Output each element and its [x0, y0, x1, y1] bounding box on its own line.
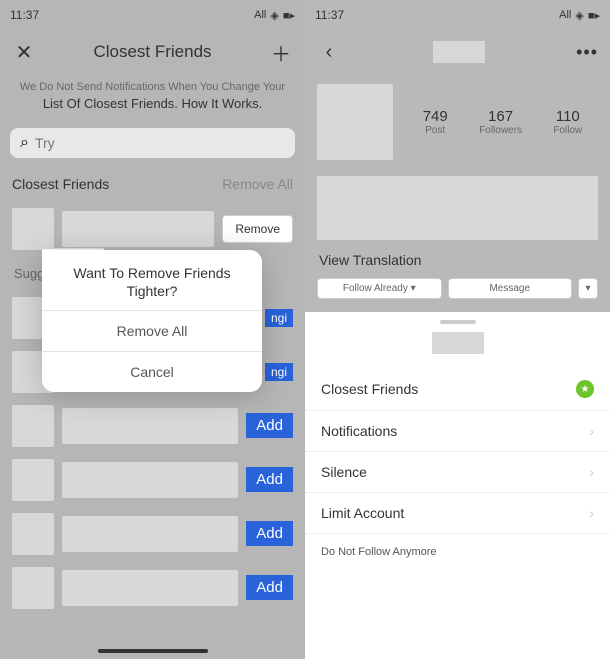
menu-silence[interactable]: Silence ›: [305, 452, 610, 493]
stat-posts[interactable]: 749 Post: [423, 108, 448, 136]
add-button[interactable]: ngi: [265, 363, 293, 381]
menu-unfollow[interactable]: Do Not Follow Anymore: [305, 534, 610, 570]
star-icon: ★: [576, 380, 594, 398]
avatar[interactable]: [12, 405, 54, 447]
profile-picture[interactable]: [317, 84, 393, 160]
home-indicator: [98, 649, 208, 653]
search-input[interactable]: ⌕: [10, 128, 295, 158]
view-translation-link[interactable]: View Translation: [305, 246, 610, 274]
profile-bio: [317, 176, 598, 240]
wifi-icon: ◈: [575, 9, 583, 22]
confirm-dialog: Want To Remove Friends Tighter? Remove A…: [42, 250, 262, 392]
section-header: Closest Friends Remove All: [0, 166, 305, 202]
stat-followers[interactable]: 167 Followers: [479, 108, 522, 136]
friend-name: [62, 516, 238, 552]
stat-following[interactable]: 110 Follow: [553, 108, 582, 136]
wifi-icon: ◈: [270, 9, 278, 22]
back-icon[interactable]: ‹: [317, 40, 341, 64]
friend-name: [62, 570, 238, 606]
remove-all-link[interactable]: Remove All: [222, 176, 293, 192]
chevron-right-icon: ›: [589, 505, 594, 521]
suggested-row: Add: [0, 399, 305, 453]
status-time: 11:37: [315, 8, 344, 22]
add-button[interactable]: ngi: [265, 309, 293, 327]
profile-actions: Follow Already ▾ Message ▾: [305, 274, 610, 303]
battery-icon: ■▸: [588, 9, 600, 22]
suggested-row: Add: [0, 507, 305, 561]
add-icon[interactable]: ＋: [269, 40, 293, 64]
avatar[interactable]: [12, 208, 54, 250]
page-title: Closest Friends: [36, 42, 269, 62]
remove-all-button[interactable]: Remove All: [42, 310, 262, 351]
section-title: Closest Friends: [12, 176, 109, 192]
add-button[interactable]: Add: [246, 467, 293, 492]
status-icons: All ◈ ■▸: [254, 9, 295, 22]
search-field[interactable]: [35, 135, 285, 151]
follow-button[interactable]: Follow Already ▾: [317, 278, 442, 299]
notice-text: We Do Not Send Notifications When You Ch…: [0, 74, 305, 120]
profile-info: 749 Post 167 Followers 110 Follow: [305, 74, 610, 170]
status-time: 11:37: [10, 8, 39, 22]
message-button[interactable]: Message: [448, 278, 573, 299]
status-bar: 11:37 All ◈ ■▸: [305, 0, 610, 30]
friend-name: [62, 462, 238, 498]
avatar[interactable]: [12, 513, 54, 555]
suggested-row: Add: [0, 561, 305, 615]
profile-header: ‹ •••: [305, 30, 610, 74]
profile-stats: 749 Post 167 Followers 110 Follow: [407, 108, 598, 136]
remove-button[interactable]: Remove: [222, 215, 293, 243]
menu-notifications[interactable]: Notifications ›: [305, 411, 610, 452]
battery-icon: ■▸: [283, 9, 295, 22]
sheet-grabber[interactable]: [440, 320, 476, 324]
menu-limit-account[interactable]: Limit Account ›: [305, 493, 610, 534]
avatar[interactable]: [12, 459, 54, 501]
chevron-right-icon: ›: [589, 423, 594, 439]
status-icons: All ◈ ■▸: [559, 9, 600, 22]
friend-name: [62, 211, 214, 247]
status-bar: 11:37 All ◈ ■▸: [0, 0, 305, 30]
sheet-username: [432, 332, 484, 354]
profile-username: [433, 41, 485, 63]
friend-name: [62, 408, 238, 444]
suggested-row: Add: [0, 453, 305, 507]
action-sheet: Closest Friends ★ Notifications › Silenc…: [305, 312, 610, 659]
cancel-button[interactable]: Cancel: [42, 351, 262, 392]
dialog-title: Want To Remove Friends Tighter?: [42, 250, 262, 310]
search-icon: ⌕: [20, 134, 29, 152]
more-icon[interactable]: •••: [576, 42, 598, 63]
add-button[interactable]: Add: [246, 575, 293, 600]
menu-closest-friends[interactable]: Closest Friends ★: [305, 368, 610, 411]
header: ✕ Closest Friends ＋: [0, 30, 305, 74]
close-icon[interactable]: ✕: [12, 40, 36, 64]
chevron-right-icon: ›: [589, 464, 594, 480]
suggest-button[interactable]: ▾: [578, 278, 598, 299]
add-button[interactable]: Add: [246, 521, 293, 546]
avatar[interactable]: [12, 567, 54, 609]
add-button[interactable]: Add: [246, 413, 293, 438]
